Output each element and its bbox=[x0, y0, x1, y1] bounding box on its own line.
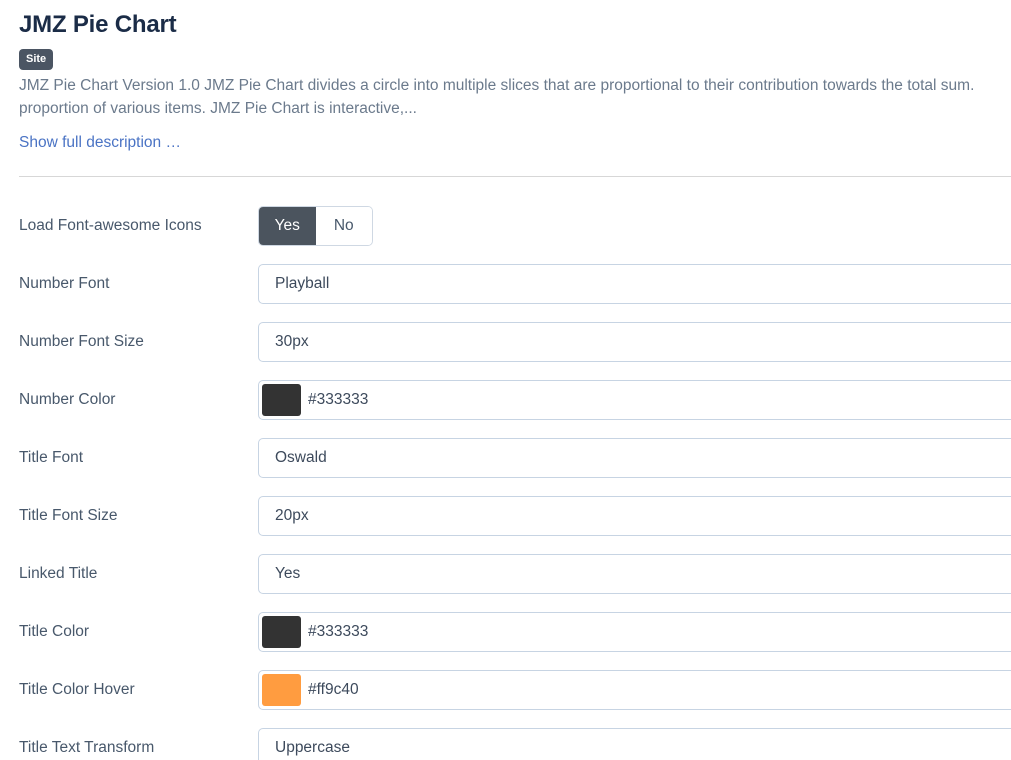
form-row-number-font: Number Font bbox=[0, 255, 1011, 313]
field-area-title-font-size bbox=[258, 496, 1011, 536]
color-field-number-color[interactable]: #333333 bbox=[258, 380, 1011, 420]
input-title-text-transform[interactable] bbox=[258, 728, 1011, 760]
color-swatch-number-color[interactable] bbox=[262, 384, 301, 416]
field-area-number-color: #333333 bbox=[258, 380, 1011, 420]
form-row-title-font-size: Title Font Size bbox=[0, 487, 1011, 545]
extension-header: JMZ Pie Chart Site JMZ Pie Chart Version… bbox=[0, 0, 1011, 153]
form-row-title-color-hover: Title Color Hover #ff9c40 bbox=[0, 661, 1011, 719]
extension-description: JMZ Pie Chart Version 1.0 JMZ Pie Chart … bbox=[19, 70, 1011, 120]
color-value-title-color-hover: #ff9c40 bbox=[308, 681, 359, 699]
input-title-font-size[interactable] bbox=[258, 496, 1011, 536]
status-badge: Site bbox=[19, 49, 54, 70]
color-field-title-color-hover[interactable]: #ff9c40 bbox=[258, 670, 1011, 710]
field-label-number-color: Number Color bbox=[19, 391, 116, 408]
form-row-linked-title: Linked Title bbox=[0, 545, 1011, 603]
color-field-title-color[interactable]: #333333 bbox=[258, 612, 1011, 652]
field-area-title-text-transform bbox=[258, 728, 1011, 760]
color-value-number-color: #333333 bbox=[308, 391, 369, 409]
field-label-number-font-size: Number Font Size bbox=[19, 333, 144, 350]
description-line-1: JMZ Pie Chart Version 1.0 JMZ Pie Chart … bbox=[19, 77, 975, 94]
input-number-font[interactable] bbox=[258, 264, 1011, 304]
field-area-linked-title bbox=[258, 554, 1011, 594]
color-swatch-title-color-hover[interactable] bbox=[262, 674, 301, 706]
toggle-load-font-awesome-icons[interactable]: Yes No bbox=[258, 206, 373, 246]
settings-form: Load Font-awesome Icons YesNo Number Font N… bbox=[0, 185, 1011, 760]
description-line-2: proportion of various items. JMZ Pie Cha… bbox=[19, 99, 417, 117]
field-label-number-font: Number Font bbox=[19, 275, 110, 292]
show-full-description-link[interactable]: Show full description … bbox=[19, 134, 181, 151]
badge-row: Site bbox=[19, 49, 1011, 70]
color-swatch-title-color[interactable] bbox=[262, 616, 301, 648]
form-row-number-font-size: Number Font Size bbox=[0, 313, 1011, 371]
form-row-title-text-transform: Title Text Transform bbox=[0, 719, 1011, 760]
field-area-number-font-size bbox=[258, 322, 1011, 362]
form-row-title-color: Title Color #333333 bbox=[0, 603, 1011, 661]
field-label-title-font: Title Font bbox=[19, 449, 84, 466]
field-label-load-font-awesome-icons: Load Font-awesome Icons bbox=[19, 217, 202, 234]
field-label-title-text-transform: Title Text Transform bbox=[19, 739, 155, 756]
toggle-option-yes[interactable]: Yes bbox=[259, 207, 316, 245]
toggle-option-no[interactable]: No bbox=[315, 207, 372, 245]
input-number-font-size[interactable] bbox=[258, 322, 1011, 362]
header-divider bbox=[19, 176, 1011, 177]
input-linked-title[interactable] bbox=[258, 554, 1011, 594]
color-value-title-color: #333333 bbox=[308, 623, 369, 641]
field-area-title-color-hover: #ff9c40 bbox=[258, 670, 1011, 710]
field-label-title-color-hover: Title Color Hover bbox=[19, 681, 135, 698]
field-label-linked-title: Linked Title bbox=[19, 565, 98, 582]
field-label-title-color: Title Color bbox=[19, 623, 90, 640]
form-row-load-font-awesome-icons: Load Font-awesome Icons Yes No bbox=[0, 197, 1011, 255]
field-area-title-color: #333333 bbox=[258, 612, 1011, 652]
show-full-description-wrap: Show full description … bbox=[19, 120, 1011, 153]
form-row-title-font: Title Font bbox=[0, 429, 1011, 487]
field-area-number-font bbox=[258, 264, 1011, 304]
form-row-number-color: Number Color #333333 bbox=[0, 371, 1011, 429]
page-title: JMZ Pie Chart bbox=[19, 11, 177, 38]
input-title-font[interactable] bbox=[258, 438, 1011, 478]
field-area-title-font bbox=[258, 438, 1011, 478]
field-label-title-font-size: Title Font Size bbox=[19, 507, 118, 524]
field-area-load-font-awesome-icons: Yes No bbox=[258, 206, 1011, 246]
